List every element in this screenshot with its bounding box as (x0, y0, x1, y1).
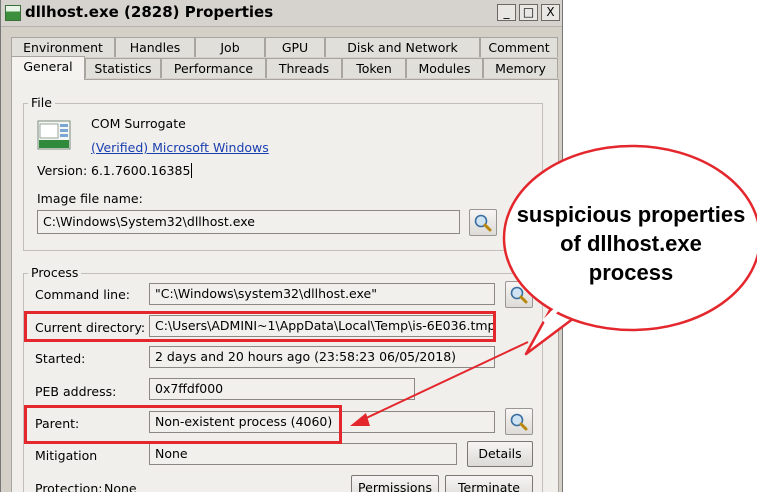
callout-arrow-line (361, 341, 529, 421)
callout-line-3: process (588, 260, 674, 285)
callout-line-2: of dllhost.exe (560, 231, 702, 256)
callout-text: suspicious properties of dllhost.exe pro… (506, 200, 756, 287)
arrow-head-icon (350, 413, 370, 426)
callout-line-1: suspicious properties (516, 202, 746, 227)
